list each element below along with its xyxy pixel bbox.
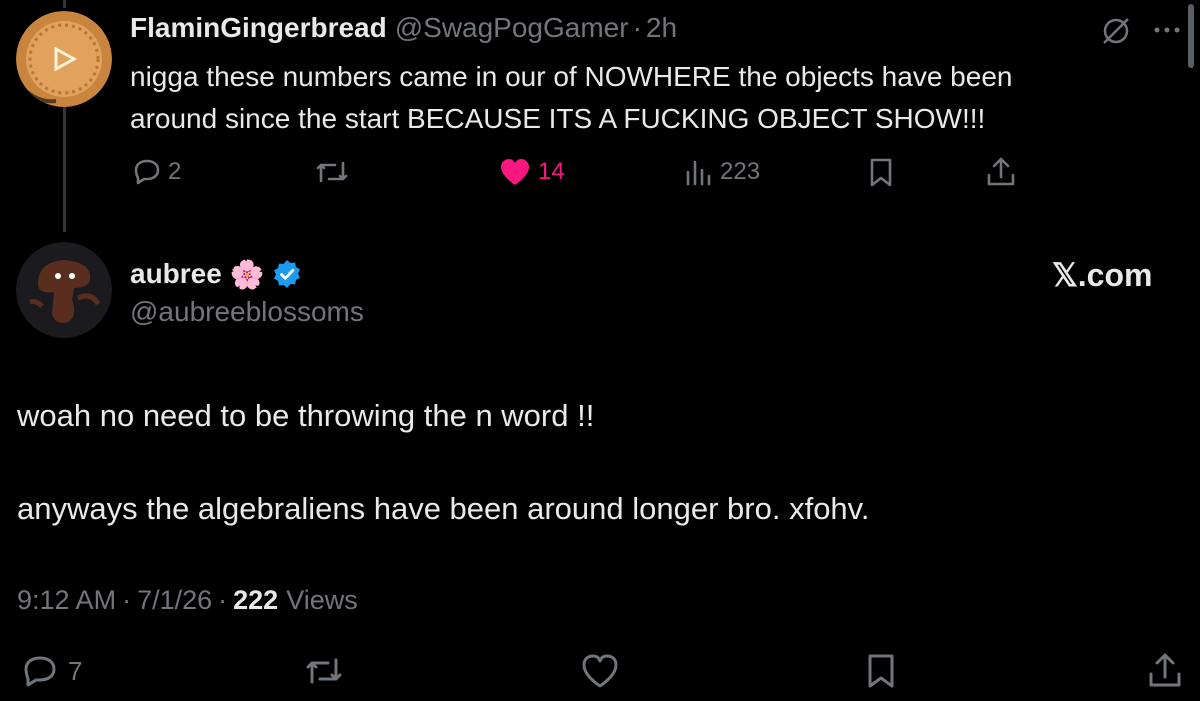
main-meta: 9:12 AM · 7/1/26 · 222 Views: [17, 585, 358, 616]
more-icon[interactable]: [1150, 16, 1184, 49]
heart-filled-icon: [498, 156, 532, 188]
verified-badge-icon[interactable]: [271, 258, 303, 290]
main-text-para-1: woah no need to be throwing the n word !…: [17, 398, 595, 433]
retweet-icon: [302, 652, 346, 690]
parent-views-count: 223: [720, 158, 761, 185]
parent-separator: ·: [632, 12, 642, 43]
parent-handle[interactable]: @SwagPogGamer: [395, 12, 629, 44]
bookmark-icon: [864, 651, 898, 691]
parent-header: FlaminGingerbread @SwagPogGamer · 2h: [130, 10, 677, 46]
bookmark-icon: [866, 155, 896, 189]
main-reply-count: 7: [68, 655, 83, 686]
parent-share-button[interactable]: [984, 154, 1018, 190]
parent-retweet-button[interactable]: [312, 154, 352, 190]
main-like-button[interactable]: [580, 651, 620, 691]
views-icon: [684, 156, 714, 188]
parent-text-line-2: around since the start BECAUSE ITS A FUC…: [130, 103, 986, 134]
scrollbar-thumb[interactable]: [1188, 4, 1194, 68]
reply-icon: [130, 155, 164, 189]
main-handle[interactable]: @aubreeblossoms: [130, 294, 364, 330]
parent-like-button[interactable]: 14: [498, 154, 565, 190]
parent-text: nigga these numbers came in our of NOWHE…: [130, 56, 1170, 140]
heart-outline-icon: [580, 652, 620, 690]
parent-time[interactable]: 2h: [646, 12, 677, 44]
main-views-label: Views: [286, 585, 358, 615]
retweet-icon: [312, 155, 352, 189]
main-name-row: aubree 🌸: [130, 255, 303, 293]
flower-emoji: 🌸: [229, 258, 265, 290]
thread-line: [63, 100, 66, 232]
main-share-button[interactable]: [1146, 651, 1184, 691]
parent-views-button[interactable]: 223: [684, 154, 760, 190]
main-date[interactable]: 7/1/26: [137, 585, 212, 616]
main-time[interactable]: 9:12 AM: [17, 585, 116, 616]
slash-circle-icon[interactable]: [1098, 13, 1134, 54]
parent-reply-count: 2: [168, 158, 182, 185]
main-text-para-2: anyways the algebraliens have been aroun…: [17, 491, 870, 526]
main-reply-button[interactable]: 7: [20, 651, 82, 691]
reply-icon: [20, 652, 60, 690]
parent-text-line-1: nigga these numbers came in our of NOWHE…: [130, 61, 1013, 92]
x-com-watermark: 𝕏.com: [1052, 257, 1153, 293]
parent-like-count: 14: [538, 158, 565, 185]
main-avatar[interactable]: [16, 242, 112, 338]
parent-reply-button[interactable]: 2: [130, 154, 181, 190]
main-views-count: 222: [233, 585, 279, 615]
meta-separator-2: ·: [218, 585, 228, 615]
main-bookmark-button[interactable]: [864, 651, 898, 691]
main-display-name[interactable]: aubree: [130, 258, 222, 290]
parent-display-name[interactable]: FlaminGingerbread: [130, 12, 387, 44]
share-icon: [984, 155, 1018, 189]
share-icon: [1146, 651, 1184, 691]
parent-avatar[interactable]: [16, 11, 112, 107]
thread-line-top: [63, 0, 66, 8]
main-retweet-button[interactable]: [302, 651, 346, 691]
parent-bookmark-button[interactable]: [866, 154, 896, 190]
meta-separator-1: ·: [122, 585, 132, 615]
